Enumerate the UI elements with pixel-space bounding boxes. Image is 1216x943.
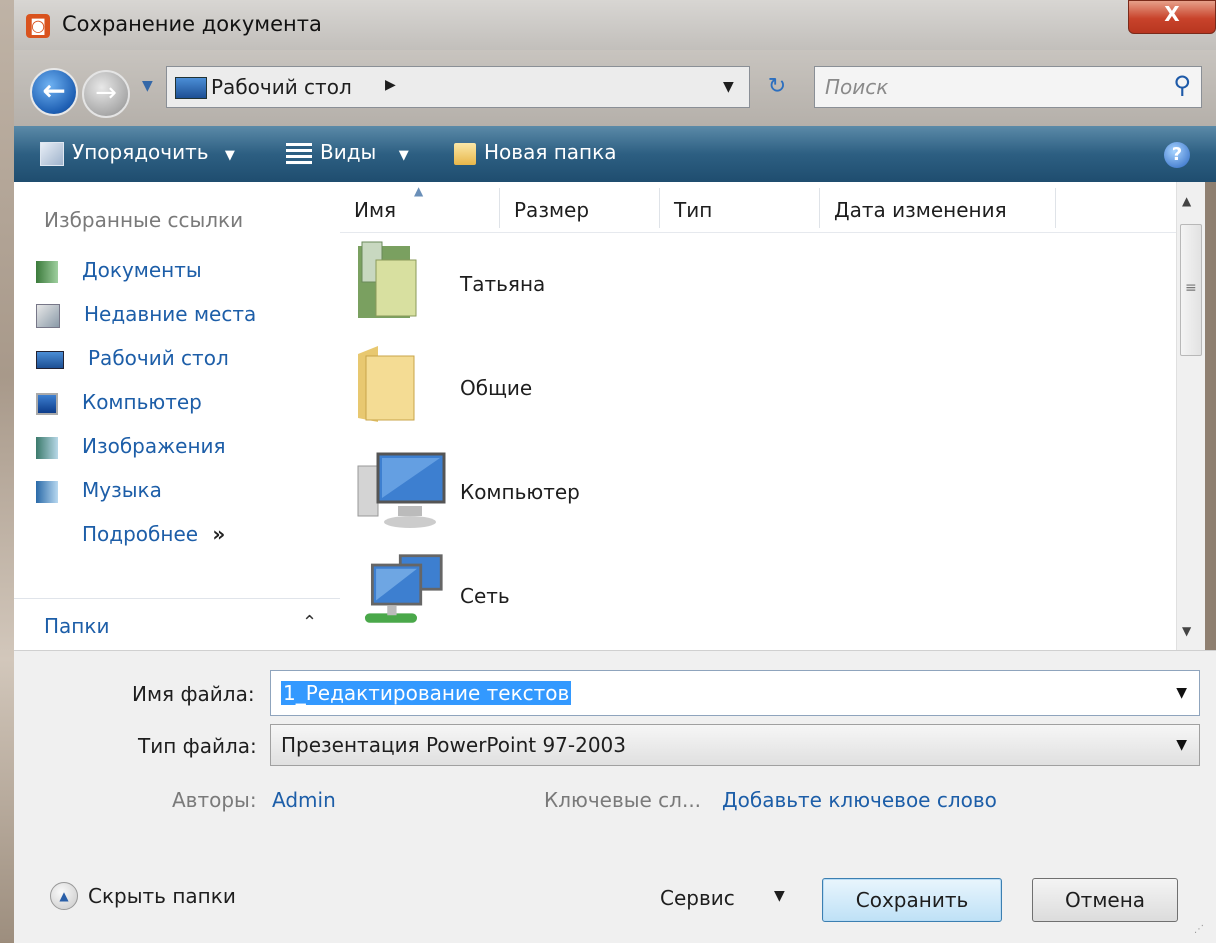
search-icon[interactable]: ⚲ <box>1173 71 1191 99</box>
sidebar-item-label: Музыка <box>82 478 162 502</box>
search-input[interactable]: Поиск ⚲ <box>814 66 1202 108</box>
address-text[interactable]: Рабочий стол <box>211 75 352 99</box>
breadcrumb-arrow-icon[interactable]: ▶ <box>385 77 396 93</box>
item-label: Татьяна <box>460 272 546 296</box>
filename-value[interactable]: 1_Редактирование текстов <box>281 681 572 705</box>
sidebar-item-desktop[interactable]: Рабочий стол <box>36 346 229 370</box>
chevron-down-icon[interactable]: ▼ <box>1176 737 1187 753</box>
sidebar-item-label: Недавние места <box>84 302 257 326</box>
item-label: Компьютер <box>460 480 580 504</box>
scroll-up-icon[interactable]: ▲ <box>1182 194 1191 208</box>
filename-label: Имя файла: <box>132 682 255 706</box>
column-name[interactable]: Имя <box>340 188 500 228</box>
network-icon <box>364 554 443 623</box>
sidebar-item-documents[interactable]: Документы <box>36 258 202 283</box>
chevron-down-icon[interactable]: ▼ <box>1176 685 1187 701</box>
filetype-value[interactable]: Презентация PowerPoint 97-2003 <box>281 733 626 757</box>
column-size[interactable]: Размер <box>500 188 660 228</box>
chevron-right-icon: » <box>212 522 226 546</box>
chevron-down-icon: ▼ <box>398 148 409 163</box>
more-label: Подробнее <box>82 522 199 546</box>
computer-icon <box>36 392 58 415</box>
address-dropdown-icon[interactable]: ▼ <box>723 79 734 95</box>
new-folder-button[interactable]: Новая папка <box>454 140 616 165</box>
forward-button[interactable]: → <box>82 70 130 118</box>
organize-button[interactable]: Упорядочить ▼ <box>40 140 235 166</box>
scroll-down-icon[interactable]: ▼ <box>1182 624 1191 638</box>
sidebar-item-label: Компьютер <box>82 390 202 414</box>
sidebar-item-label: Документы <box>82 258 202 282</box>
service-menu-button[interactable]: Сервис <box>660 886 735 910</box>
sidebar-item-music[interactable]: Музыка <box>36 478 162 503</box>
sidebar-item-label: Рабочий стол <box>88 346 229 370</box>
pictures-icon <box>36 436 58 459</box>
hide-folders-icon[interactable]: ▲ <box>50 882 78 910</box>
hide-folders-button[interactable]: Скрыть папки <box>88 884 236 908</box>
window-title: Сохранение документа <box>62 12 322 36</box>
cancel-button[interactable]: Отмена <box>1032 878 1178 922</box>
desktop-icon <box>36 350 64 369</box>
filetype-label: Тип файла: <box>138 734 257 758</box>
keywords-value[interactable]: Добавьте ключевое слово <box>722 788 997 812</box>
new-folder-icon <box>454 142 476 165</box>
item-label: Сеть <box>460 584 510 608</box>
folders-label[interactable]: Папки <box>44 614 109 638</box>
help-icon[interactable]: ? <box>1164 142 1190 168</box>
search-placeholder: Поиск <box>825 75 889 99</box>
new-folder-label: Новая папка <box>484 140 617 164</box>
organize-label: Упорядочить <box>72 140 209 164</box>
more-link[interactable]: Подробнее » <box>82 522 225 546</box>
authors-value[interactable]: Admin <box>272 788 336 812</box>
refresh-button[interactable]: ↻ <box>754 68 800 106</box>
favorite-links-heading: Избранные ссылки <box>44 208 244 232</box>
column-date-modified[interactable]: Дата изменения <box>820 188 1056 228</box>
desktop-icon <box>175 77 207 99</box>
close-button[interactable]: X <box>1128 0 1216 34</box>
sidebar-item-recent-places[interactable]: Недавние места <box>36 302 256 328</box>
views-label: Виды <box>320 140 377 164</box>
sidebar-item-computer[interactable]: Компьютер <box>36 390 202 415</box>
save-dialog: ◙ Сохранение документа X ← → ▼ Рабочий с… <box>0 0 1216 943</box>
views-icon <box>286 142 312 165</box>
navigation-pane <box>14 182 341 650</box>
save-button[interactable]: Сохранить <box>822 878 1002 922</box>
computer-icon <box>357 452 446 528</box>
music-icon <box>36 480 58 503</box>
chevron-down-icon: ▼ <box>224 148 235 163</box>
address-bar[interactable]: Рабочий стол ▶ ▼ <box>166 66 750 108</box>
keywords-label: Ключевые сл... <box>544 788 702 812</box>
authors-label: Авторы: <box>172 788 257 812</box>
chevron-down-icon[interactable]: ▼ <box>774 888 785 904</box>
views-button[interactable]: Виды ▼ <box>286 140 409 165</box>
folder-icon <box>358 346 415 422</box>
chevron-up-icon[interactable]: ⌃ <box>302 612 317 633</box>
organize-icon <box>40 141 64 166</box>
grip-icon: ≡ <box>1185 280 1197 296</box>
user-folder-icon <box>358 241 417 318</box>
resize-grip-icon[interactable]: ⋰ <box>1194 924 1204 935</box>
filetype-select[interactable]: Презентация PowerPoint 97-2003 ▼ <box>270 724 1200 766</box>
column-type[interactable]: Тип <box>660 188 820 228</box>
documents-icon <box>36 260 58 283</box>
sidebar-item-label: Изображения <box>82 434 226 458</box>
sidebar-item-pictures[interactable]: Изображения <box>36 434 226 459</box>
file-list <box>340 182 1176 650</box>
back-button[interactable]: ← <box>30 68 78 116</box>
recent-places-icon <box>36 303 60 328</box>
history-dropdown-icon[interactable]: ▼ <box>142 78 158 98</box>
filename-field[interactable]: 1_Редактирование текстов ▼ <box>270 670 1200 716</box>
item-label: Общие <box>460 376 533 400</box>
app-icon: ◙ <box>26 14 50 38</box>
window-frame <box>0 0 14 942</box>
